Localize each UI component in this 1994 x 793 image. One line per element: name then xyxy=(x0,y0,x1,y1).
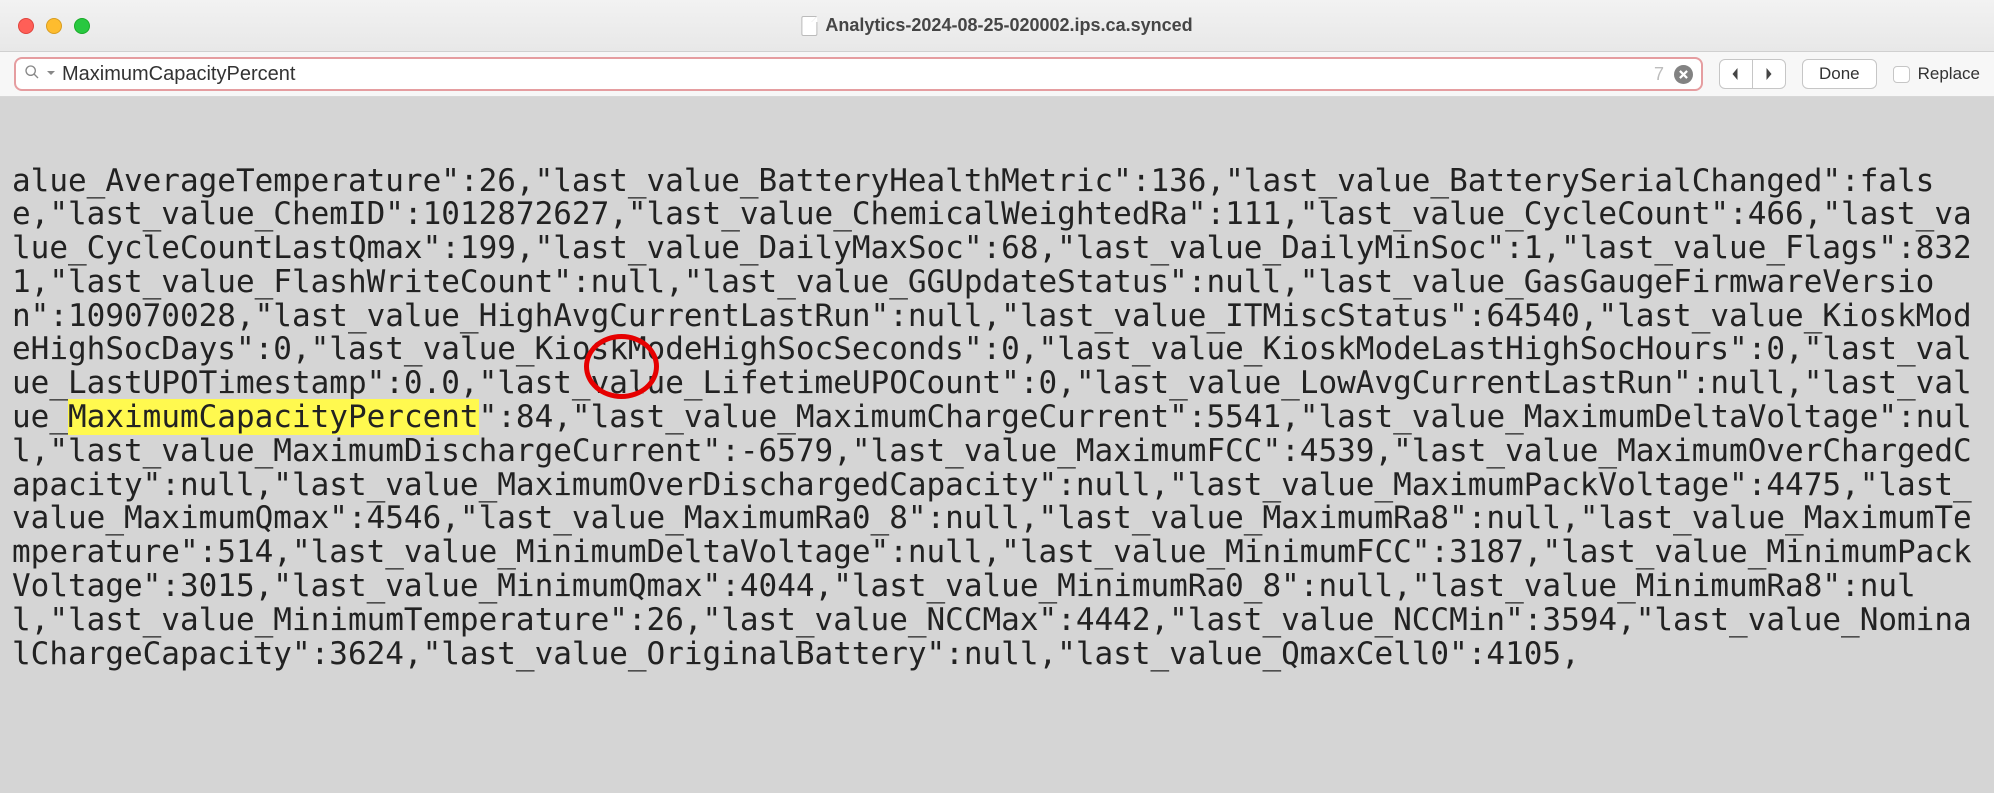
find-nav-group xyxy=(1719,59,1786,89)
search-input[interactable] xyxy=(62,63,1648,86)
zoom-window-button[interactable] xyxy=(74,18,90,34)
replace-label: Replace xyxy=(1918,64,1980,84)
find-previous-button[interactable] xyxy=(1719,59,1753,89)
clear-search-button[interactable] xyxy=(1674,65,1693,84)
search-highlight: MaximumCapacityPercent xyxy=(68,399,479,435)
window-title-group: Analytics-2024-08-25-020002.ips.ca.synce… xyxy=(801,15,1192,36)
traffic-lights xyxy=(18,18,90,34)
search-icon xyxy=(24,64,40,85)
close-window-button[interactable] xyxy=(18,18,34,34)
search-options-chevron-icon[interactable] xyxy=(46,65,56,83)
window-title: Analytics-2024-08-25-020002.ips.ca.synce… xyxy=(825,15,1192,36)
window-titlebar: Analytics-2024-08-25-020002.ips.ca.synce… xyxy=(0,0,1994,52)
red-circle-annotation xyxy=(584,334,659,399)
find-bar: 7 Done Replace xyxy=(0,52,1994,97)
replace-toggle-group: Replace xyxy=(1893,64,1980,84)
done-button[interactable]: Done xyxy=(1802,59,1877,89)
document-content[interactable]: alue_AverageTemperature":26,"last_value_… xyxy=(0,97,1994,793)
minimize-window-button[interactable] xyxy=(46,18,62,34)
document-icon xyxy=(801,16,817,36)
replace-checkbox[interactable] xyxy=(1893,66,1910,83)
search-match-count: 7 xyxy=(1654,64,1664,85)
find-next-button[interactable] xyxy=(1752,59,1786,89)
search-field-container: 7 xyxy=(14,57,1703,91)
